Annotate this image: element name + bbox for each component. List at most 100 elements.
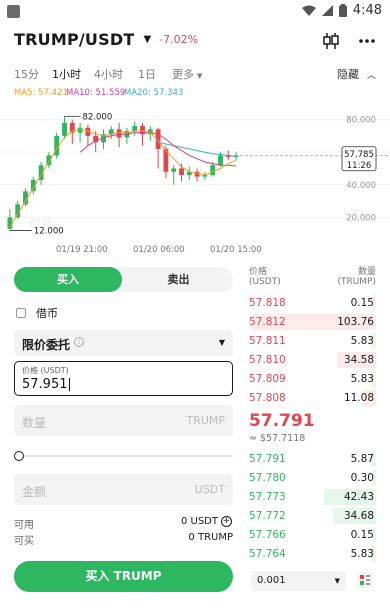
- y-tick-label: 20.000: [346, 213, 376, 223]
- price-value-text[interactable]: 57.951: [22, 377, 68, 392]
- chevron-up-icon: ︿: [366, 71, 376, 81]
- last-price: 57.791: [249, 411, 315, 431]
- ask-qty: 11.08: [343, 392, 374, 404]
- price-unit: (USDT): [249, 277, 281, 287]
- bid-qty: 0.15: [350, 529, 374, 541]
- ask-row[interactable]: 57.808 11.08: [245, 390, 376, 406]
- bid-row[interactable]: 57.791 5.87: [245, 451, 376, 467]
- buy-submit-button[interactable]: 买入 TRUMP: [14, 561, 233, 592]
- order-type-select[interactable]: 限价委托 i ▼: [14, 330, 233, 356]
- bid-row[interactable]: 57.780 0.30: [245, 470, 376, 486]
- bid-row[interactable]: 57.772 34.68: [245, 508, 376, 524]
- margin-toggle[interactable]: 借币: [16, 305, 58, 321]
- candle: [132, 126, 138, 131]
- ask-price[interactable]: 57.808: [249, 392, 286, 404]
- precision-select[interactable]: 0.001 ▼: [251, 571, 346, 591]
- bid-qty: 5.87: [350, 453, 374, 465]
- ask-qty: 0.15: [350, 297, 374, 309]
- x-tick-1: 01/20 06:00: [133, 245, 185, 255]
- ask-row[interactable]: 57.818 0.15: [245, 295, 376, 311]
- last-price-usd: ≈ $57.7118: [249, 433, 306, 444]
- amount-placeholder: 数量: [22, 416, 47, 430]
- timeframe-4h[interactable]: 4小时: [94, 66, 123, 82]
- price-change: -7.02%: [159, 33, 199, 46]
- bid-price[interactable]: 57.772: [249, 510, 286, 522]
- bid-price[interactable]: 57.791: [249, 453, 286, 465]
- ask-row[interactable]: 57.811 5.83: [245, 333, 376, 349]
- chevron-down-icon[interactable]: ▼: [143, 34, 151, 45]
- price-input[interactable]: 价格 (USDT) 57.951: [14, 361, 233, 396]
- timeframe-more[interactable]: 更多 ▼: [172, 66, 202, 82]
- price-chart[interactable]: 80.00060.00040.00020.000欧易82.00012.00057…: [0, 96, 390, 256]
- bid-row[interactable]: 57.764 5.83: [245, 546, 376, 562]
- dropdown-arrow-icon: ▼: [334, 577, 340, 585]
- status-time: 4:48: [352, 3, 382, 18]
- current-price-label: 57.785: [344, 150, 374, 160]
- bid-price[interactable]: 57.766: [249, 529, 286, 541]
- app-notification-icon: [7, 5, 20, 18]
- candle: [210, 165, 216, 175]
- bid-price[interactable]: 57.773: [249, 491, 286, 503]
- price-header: 价格: [249, 267, 268, 277]
- buyable-value: 0 TRUMP: [188, 532, 233, 543]
- bid-qty: 34.68: [343, 510, 374, 522]
- status-bar: 4:48: [0, 0, 390, 24]
- total-input[interactable]: 金额 USDT: [14, 474, 233, 505]
- amount-slider-track[interactable]: [24, 455, 233, 457]
- total-unit: USDT: [194, 483, 225, 496]
- order-type-label: 限价委托: [22, 338, 71, 352]
- signal-icon: [321, 5, 333, 16]
- buy-sell-tabs: 买入 卖出: [14, 267, 233, 292]
- timeframe-more-label[interactable]: 更多: [172, 68, 194, 81]
- dropdown-arrow-icon: ▼: [197, 72, 203, 80]
- hide-chart-label[interactable]: 隐藏: [337, 68, 359, 81]
- ask-row[interactable]: 57.810 34.58: [245, 352, 376, 368]
- ask-price[interactable]: 57.810: [249, 354, 286, 366]
- hide-chart-button[interactable]: 隐藏 ︿: [337, 66, 376, 82]
- high-label: 82.000: [83, 112, 113, 122]
- timeframe-15m[interactable]: 15分: [14, 66, 39, 82]
- total-placeholder: 金额: [22, 485, 47, 499]
- margin-checkbox[interactable]: [16, 308, 26, 318]
- more-icon[interactable]: [358, 32, 376, 50]
- ask-price[interactable]: 57.811: [249, 335, 286, 347]
- orderbook-layout-icon[interactable]: [356, 571, 374, 589]
- ask-row[interactable]: 57.809 5.83: [245, 371, 376, 387]
- wifi-icon: [301, 5, 316, 16]
- pair-header[interactable]: TRUMP/USDT ▼ -7.02%: [14, 30, 198, 49]
- timeframe-1d[interactable]: 1日: [138, 66, 156, 82]
- battery-icon: [338, 4, 347, 17]
- bid-price[interactable]: 57.764: [249, 548, 286, 560]
- ask-qty: 34.58: [343, 354, 374, 366]
- info-icon[interactable]: i: [74, 337, 84, 347]
- available-label: 可用: [14, 520, 34, 531]
- bid-qty: 5.83: [350, 548, 374, 560]
- candle: [46, 155, 52, 166]
- ask-price[interactable]: 57.812: [249, 316, 286, 328]
- ma5-line: [9, 128, 237, 228]
- tab-buy[interactable]: 买入: [14, 267, 122, 292]
- y-tick-label: 40.000: [346, 181, 376, 191]
- ask-qty: 5.83: [350, 373, 374, 385]
- timeframe-1h[interactable]: 1小时: [52, 66, 81, 82]
- bid-row[interactable]: 57.773 42.43: [245, 489, 376, 505]
- add-funds-icon[interactable]: +: [221, 516, 232, 527]
- dropdown-arrow-icon: ▼: [218, 338, 225, 347]
- price-caption: 价格 (USDT): [22, 366, 69, 375]
- price-value: 57.951: [22, 377, 70, 392]
- amount-slider-handle[interactable]: [14, 451, 24, 461]
- bid-row[interactable]: 57.766 0.15: [245, 527, 376, 543]
- bid-price[interactable]: 57.780: [249, 472, 286, 484]
- amount-input[interactable]: 数量 TRUMP: [14, 405, 233, 436]
- low-label: 12.000: [34, 226, 64, 236]
- candlestick-chart-icon[interactable]: [322, 32, 340, 50]
- tab-sell[interactable]: 卖出: [124, 267, 233, 292]
- pair-name[interactable]: TRUMP/USDT: [14, 30, 134, 49]
- x-tick-0: 01/19 21:00: [56, 245, 108, 255]
- ask-price[interactable]: 57.818: [249, 297, 286, 309]
- ask-row[interactable]: 57.812 103.76: [245, 314, 376, 330]
- y-tick-label: 80.000: [346, 116, 376, 126]
- ask-price[interactable]: 57.809: [249, 373, 286, 385]
- candle: [179, 168, 184, 175]
- bid-qty: 0.30: [350, 472, 374, 484]
